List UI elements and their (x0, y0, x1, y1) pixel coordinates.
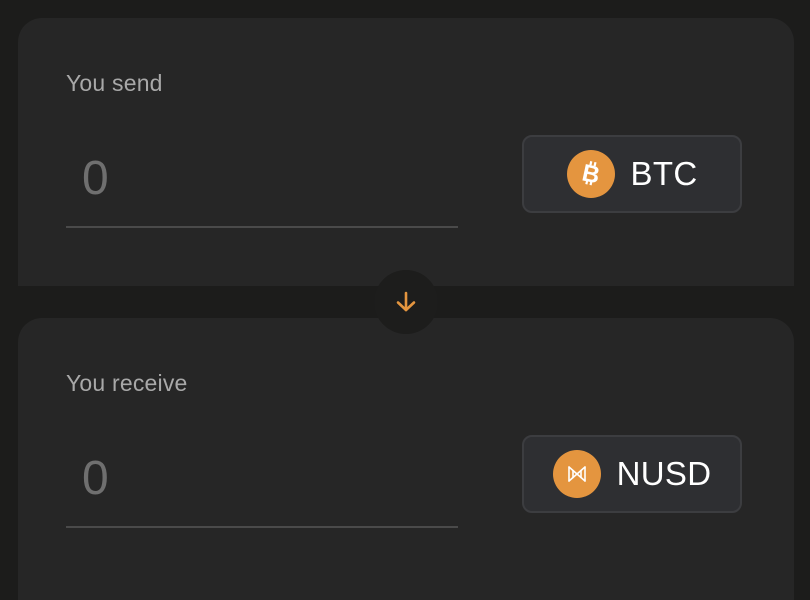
swap-direction-button[interactable] (374, 270, 438, 334)
nusd-icon (552, 450, 601, 498)
swap-widget: You send B BTC You receive (0, 0, 810, 600)
receive-token-symbol: NUSD (616, 455, 712, 492)
receive-amount-field (66, 436, 458, 528)
send-label: You send (66, 70, 163, 96)
send-token-symbol: BTC (630, 155, 698, 192)
send-panel: You send B BTC (18, 18, 794, 308)
receive-label: You receive (66, 370, 188, 396)
send-token-selector[interactable]: B BTC (522, 135, 742, 213)
receive-token-selector[interactable]: NUSD (522, 435, 742, 513)
send-amount-field (66, 136, 458, 228)
arrow-down-icon (396, 291, 416, 312)
send-amount-input[interactable] (82, 146, 442, 210)
receive-amount-input[interactable] (82, 446, 442, 510)
bitcoin-icon: B (566, 150, 615, 198)
receive-panel: You receive NUSD (18, 318, 794, 600)
